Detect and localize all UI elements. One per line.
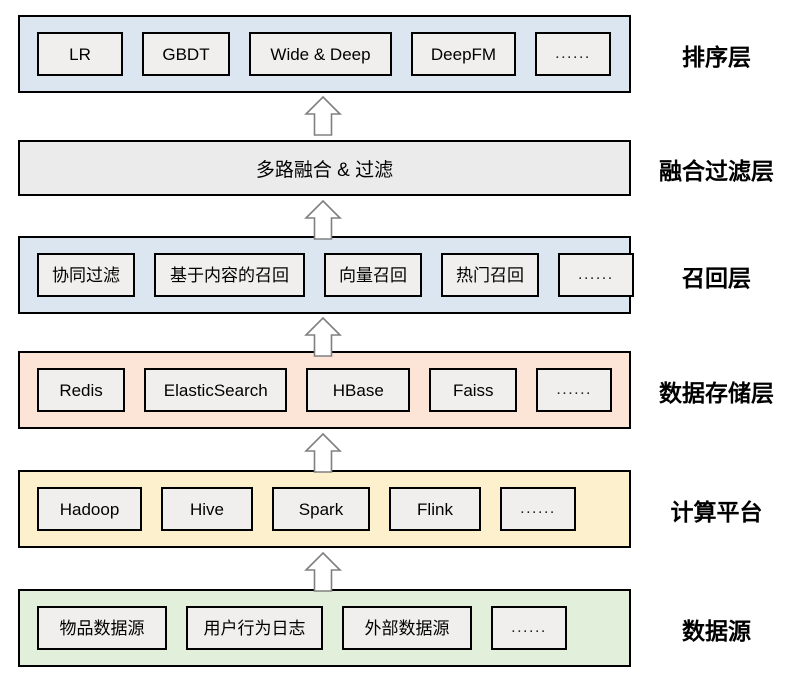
node-ranking-3[interactable]: Wide & Deep — [249, 32, 392, 76]
node-storage-4[interactable]: Faiss — [429, 368, 518, 412]
layer-storage-nodes: Redis ElasticSearch HBase Faiss...... — [20, 368, 629, 412]
node-compute-3[interactable]: Spark — [272, 487, 370, 531]
node-compute-more[interactable]: ...... — [500, 487, 576, 531]
layer-name-compute: 计算平台 — [670, 499, 763, 525]
node-recall-3[interactable]: 向量召回 — [324, 253, 422, 297]
node-ranking-2[interactable]: GBDT — [142, 32, 230, 76]
node-recall-more[interactable]: ...... — [558, 253, 634, 297]
node-compute-4[interactable]: Flink — [389, 487, 481, 531]
layer-name-fusion: 融合过滤层 — [659, 158, 774, 184]
node-storage-3[interactable]: HBase — [306, 368, 411, 412]
layer-band-fusion: 多路融合 & 过滤 — [18, 140, 631, 196]
layer-name-datasource: 数据源 — [682, 618, 751, 644]
arrow-storage-to-recall-icon — [303, 316, 343, 358]
layer-name-recall: 召回层 — [682, 265, 751, 291]
layer-ranking-nodes: LR GBDT Wide & Deep DeepFM...... — [20, 32, 629, 76]
node-compute-2[interactable]: Hive — [161, 487, 253, 531]
layer-name-storage: 数据存储层 — [659, 380, 774, 406]
node-datasource-2[interactable]: 用户行为日志 — [186, 606, 323, 650]
node-storage-1[interactable]: Redis — [37, 368, 126, 412]
node-ranking-more[interactable]: ...... — [535, 32, 611, 76]
layer-band-datasource: 物品数据源 用户行为日志 外部数据源...... — [18, 589, 631, 667]
node-recall-1[interactable]: 协同过滤 — [37, 253, 135, 297]
layer-compute-nodes: Hadoop Hive Spark Flink...... — [20, 487, 629, 531]
node-datasource-more[interactable]: ...... — [491, 606, 567, 650]
node-recall-2[interactable]: 基于内容的召回 — [154, 253, 305, 297]
layer-band-compute: Hadoop Hive Spark Flink...... — [18, 470, 631, 548]
layer-band-ranking: LR GBDT Wide & Deep DeepFM...... — [18, 15, 631, 93]
node-storage-more[interactable]: ...... — [536, 368, 612, 412]
node-recall-4[interactable]: 热门召回 — [441, 253, 539, 297]
arrow-fusion-to-recall-icon — [303, 199, 343, 241]
node-datasource-1[interactable]: 物品数据源 — [37, 606, 167, 650]
node-ranking-1[interactable]: LR — [37, 32, 123, 76]
architecture-diagram: LR GBDT Wide & Deep DeepFM...... 排序层多路融合 & 过… — [0, 0, 788, 680]
arrow-compute-to-storage-icon — [303, 432, 343, 474]
layer-band-recall: 协同过滤 基于内容的召回 向量召回 热门召回...... — [18, 236, 634, 314]
arrow-datasource-to-compute-icon — [303, 551, 343, 593]
arrow-recall-to-ranking-icon — [303, 95, 343, 137]
layer-recall-nodes: 协同过滤 基于内容的召回 向量召回 热门召回...... — [20, 253, 634, 297]
node-storage-2[interactable]: ElasticSearch — [144, 368, 288, 412]
layer-fusion-label: 多路融合 & 过滤 — [255, 159, 394, 181]
layer-band-storage: Redis ElasticSearch HBase Faiss...... — [18, 351, 631, 429]
layer-datasource-nodes: 物品数据源 用户行为日志 外部数据源...... — [20, 606, 629, 650]
node-compute-1[interactable]: Hadoop — [37, 487, 142, 531]
layer-name-ranking: 排序层 — [682, 44, 751, 70]
node-datasource-3[interactable]: 外部数据源 — [342, 606, 472, 650]
node-ranking-4[interactable]: DeepFM — [411, 32, 516, 76]
